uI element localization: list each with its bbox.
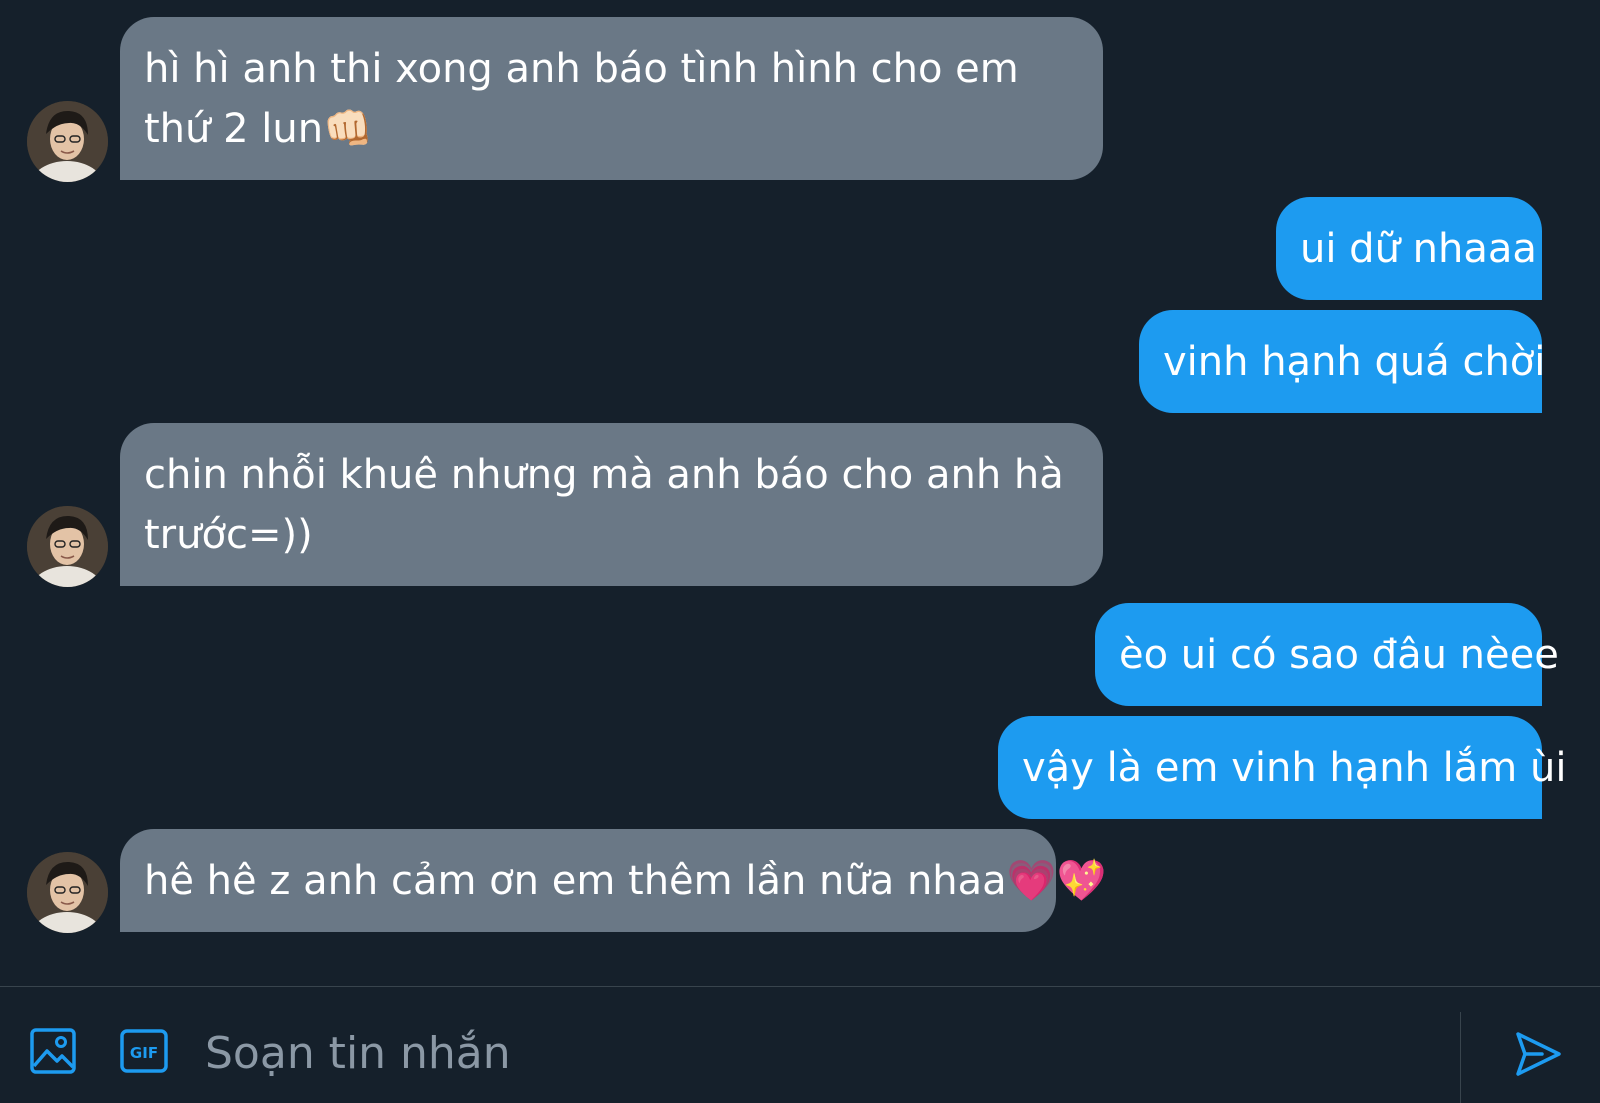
composer-divider xyxy=(0,986,1600,987)
avatar[interactable] xyxy=(27,506,108,587)
message-bubble[interactable]: èo ui có sao đâu nèee xyxy=(1095,603,1559,706)
gif-icon: GIF xyxy=(120,1029,168,1073)
message-list: hì hì anh thi xong anh báo tình hình cho… xyxy=(0,0,1600,986)
gif-label: GIF xyxy=(130,1044,158,1062)
image-icon xyxy=(30,1028,76,1074)
message-bubble[interactable]: vinh hạnh quá chời xyxy=(1139,310,1545,413)
dm-conversation: hì hì anh thi xong anh báo tình hình cho… xyxy=(0,0,1600,1103)
avatar-photo xyxy=(27,506,108,587)
message-bubble[interactable]: hì hì anh thi xong anh báo tình hình cho… xyxy=(120,17,1103,180)
message-compose-input[interactable] xyxy=(205,1022,1405,1084)
send-icon xyxy=(1516,1032,1561,1076)
message-bubble[interactable]: vậy là em vinh hạnh lắm ùi xyxy=(998,716,1566,819)
send-button[interactable] xyxy=(1512,1028,1564,1080)
avatar[interactable] xyxy=(27,101,108,182)
add-gif-button[interactable]: GIF xyxy=(119,1028,169,1074)
message-bubble[interactable]: hê hê z anh cảm ơn em thêm lần nữa nhaa💗… xyxy=(120,829,1106,932)
avatar-photo xyxy=(27,101,108,182)
avatar[interactable] xyxy=(27,852,108,933)
message-bubble[interactable]: chin nhỗi khuê nhưng mà anh báo cho anh … xyxy=(120,423,1103,586)
message-bubble[interactable]: ui dữ nhaaa xyxy=(1276,197,1542,300)
send-divider xyxy=(1460,1012,1461,1103)
add-image-button[interactable] xyxy=(28,1026,78,1076)
avatar-photo xyxy=(27,852,108,933)
